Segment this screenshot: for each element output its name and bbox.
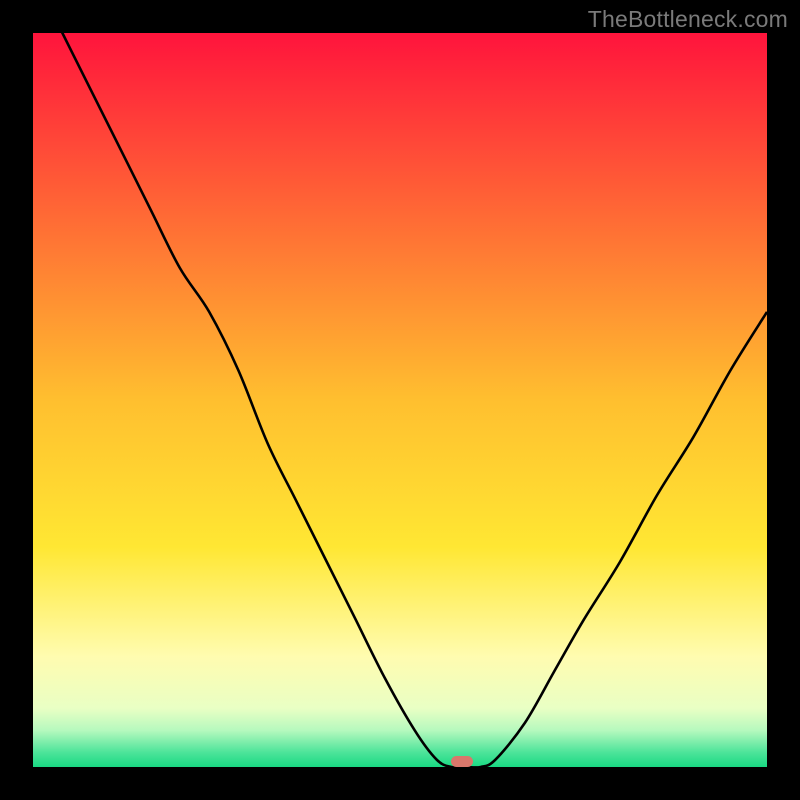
plot-area: [33, 33, 767, 767]
chart-frame: TheBottleneck.com: [0, 0, 800, 800]
optimum-marker: [451, 756, 473, 767]
watermark-text: TheBottleneck.com: [588, 6, 788, 33]
bottleneck-curve: [33, 33, 767, 767]
curve-path: [33, 33, 767, 767]
